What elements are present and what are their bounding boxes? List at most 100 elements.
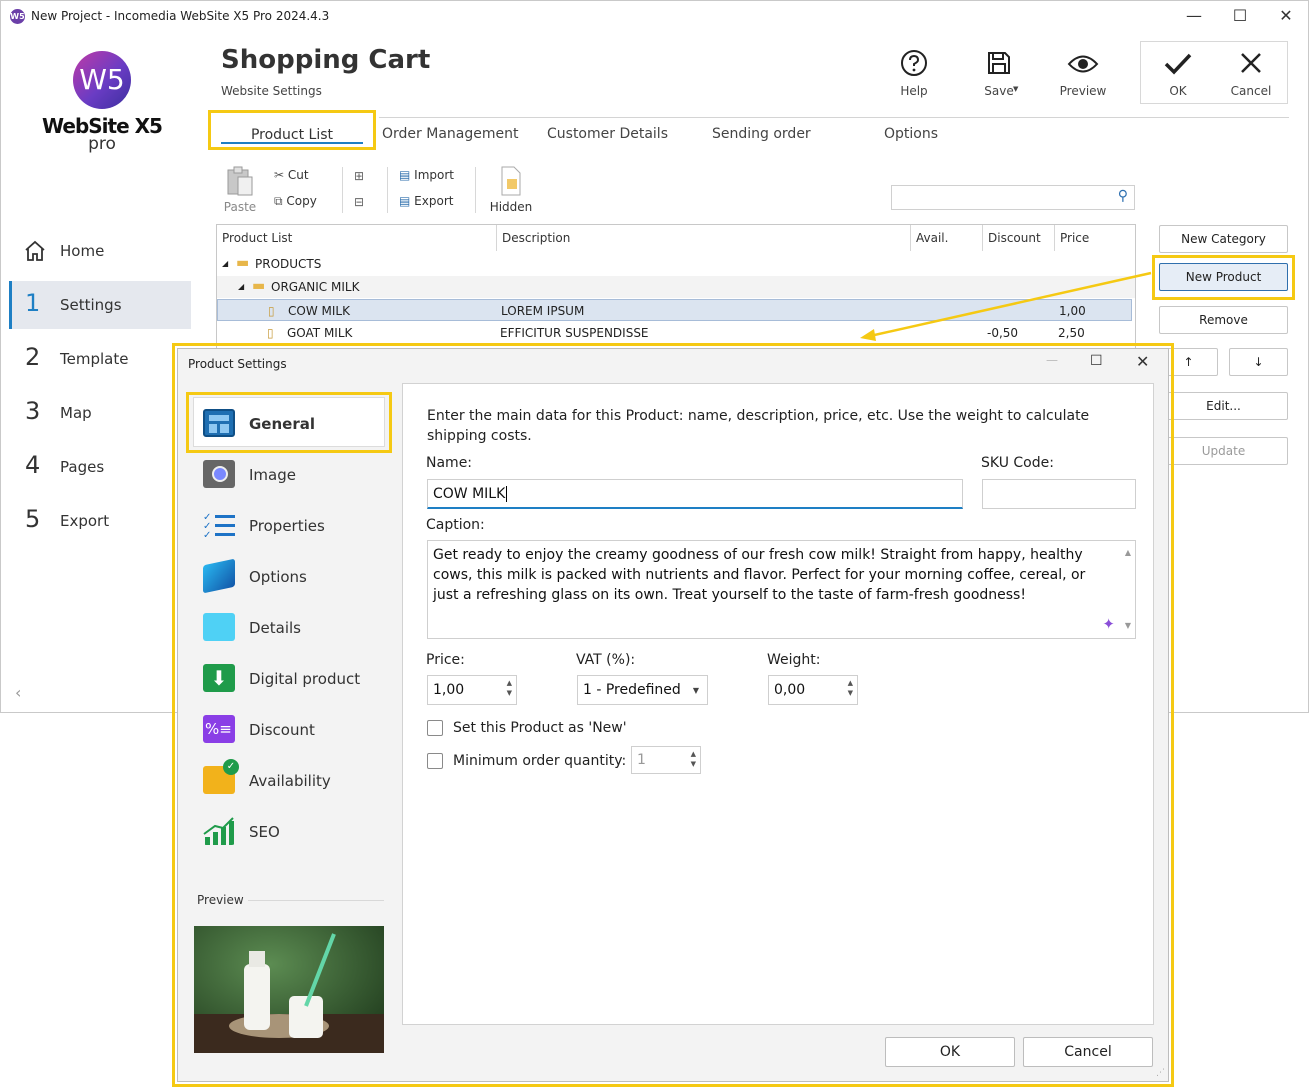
price-value: 1,00 (433, 682, 465, 698)
nav-export[interactable]: 5 Export (9, 497, 191, 545)
close-window-button[interactable]: ✕ (1271, 5, 1301, 27)
column-header-price[interactable]: Price (1060, 231, 1089, 245)
column-header-description[interactable]: Description (502, 231, 570, 245)
help-button[interactable]: Help (879, 47, 949, 103)
min-qty-input[interactable]: 1 ▲ ▼ (631, 746, 701, 774)
min-qty-spinner-icon[interactable]: ▲ ▼ (691, 749, 696, 769)
category-discount[interactable]: %≡ Discount (196, 706, 392, 752)
name-input[interactable]: COW MILK (427, 479, 963, 509)
category-general[interactable]: General (196, 400, 392, 446)
hidden-button[interactable]: Hidden (489, 165, 533, 214)
set-new-checkbox[interactable] (427, 720, 443, 736)
resize-grip-icon[interactable]: ⋰ (1156, 1068, 1165, 1078)
weight-input[interactable]: 0,00 ▲ ▼ (768, 675, 858, 705)
tab-options[interactable]: Options (884, 126, 938, 142)
column-header-product-list[interactable]: Product List (222, 231, 292, 245)
options-cube-icon (203, 558, 235, 594)
maximize-button[interactable]: ☐ (1225, 5, 1255, 27)
chevron-down-icon: ▼ (692, 686, 699, 695)
min-qty-checkbox[interactable] (427, 753, 443, 769)
nav-export-number: 5 (25, 505, 41, 533)
row-description: LOREM IPSUM (501, 304, 585, 318)
category-seo[interactable]: SEO (196, 808, 392, 854)
general-panel: Enter the main data for this Product: na… (402, 383, 1154, 1025)
ai-sparkle-icon[interactable]: ✦ (1102, 614, 1115, 634)
price-input[interactable]: 1,00 ▲ ▼ (427, 675, 517, 705)
search-input[interactable]: ⚲ (891, 185, 1135, 210)
save-dropdown-icon[interactable]: ▼ (1013, 85, 1018, 93)
row-description: EFFICITUR SUSPENDISSE (500, 326, 649, 340)
collapse-arrow-icon[interactable]: ◢ (238, 282, 244, 291)
nav-settings[interactable]: 1 Settings (9, 281, 191, 329)
weight-spinner-icon[interactable]: ▲ ▼ (848, 678, 853, 698)
caption-textarea[interactable]: Get ready to enjoy the creamy goodness o… (427, 540, 1136, 639)
category-availability-label: Availability (249, 772, 331, 790)
category-digital-product-label: Digital product (249, 670, 361, 688)
cut-label: Cut (287, 168, 309, 182)
tree-expand-icon[interactable]: ⊞ (354, 169, 364, 183)
sku-input[interactable] (982, 479, 1136, 509)
dialog-cancel-button[interactable]: Cancel (1023, 1037, 1153, 1067)
paste-button[interactable]: Paste (223, 165, 257, 214)
product-settings-dialog: Product Settings — ☐ ✕ General Image ✓ ✓ ✓… (177, 348, 1169, 1082)
move-down-button[interactable]: ↓ (1229, 348, 1288, 376)
category-digital-product[interactable]: ⬇ Digital product (196, 655, 392, 701)
edit-button[interactable]: Edit... (1159, 392, 1288, 420)
table-row[interactable]: ◢ ▬ PRODUCTS (217, 253, 1135, 275)
nav-map-number: 3 (25, 397, 41, 425)
new-category-button[interactable]: New Category (1159, 225, 1288, 253)
price-spinner-icon[interactable]: ▲ ▼ (507, 678, 512, 698)
nav-template[interactable]: 2 Template (9, 335, 191, 383)
scroll-down-icon[interactable]: ▼ (1125, 616, 1131, 636)
column-header-avail[interactable]: Avail. (916, 231, 948, 245)
collapse-sidebar-icon[interactable]: ‹ (15, 683, 21, 702)
column-separator (982, 225, 983, 251)
category-availability[interactable]: ✓ Availability (196, 757, 392, 803)
copy-button[interactable]: ⧉ Copy (274, 194, 317, 209)
header-ok-button[interactable]: OK (1143, 47, 1213, 103)
dialog-minimize-button[interactable]: — (1046, 353, 1058, 367)
dialog-maximize-button[interactable]: ☐ (1090, 353, 1103, 369)
nav-export-label: Export (60, 512, 110, 530)
import-button[interactable]: ▤ Import (399, 168, 454, 182)
new-product-button[interactable]: New Product (1159, 263, 1288, 291)
preview-button[interactable]: Preview (1048, 47, 1118, 103)
dialog-ok-button[interactable]: OK (885, 1037, 1015, 1067)
table-row-selected[interactable]: ▯ COW MILK LOREM IPSUM 1,00 (217, 299, 1132, 321)
vat-select[interactable]: 1 - Predefined ▼ (577, 675, 708, 705)
tab-order-management[interactable]: Order Management (382, 126, 518, 142)
table-row[interactable]: ▯ GOAT MILK EFFICITUR SUSPENDISSE -0,50 … (217, 322, 1135, 344)
category-details[interactable]: Details (196, 604, 392, 650)
toolbar-separator (387, 167, 388, 213)
update-button[interactable]: Update (1159, 437, 1288, 465)
tab-sending-order[interactable]: Sending order (712, 126, 811, 142)
category-image[interactable]: Image (196, 451, 392, 497)
header-cancel-button[interactable]: Cancel (1216, 47, 1286, 103)
tab-product-list[interactable]: Product List (208, 110, 376, 150)
nav-map[interactable]: 3 Map (9, 389, 191, 437)
scroll-up-icon[interactable]: ▲ (1125, 543, 1131, 563)
tree-collapse-icon[interactable]: ⊟ (354, 195, 364, 209)
seo-chart-icon (203, 817, 234, 845)
general-icon (203, 409, 235, 437)
category-properties[interactable]: ✓ ✓ ✓ Properties (196, 502, 392, 548)
minimize-button[interactable]: — (1179, 5, 1209, 27)
save-button[interactable]: Save ▼ (964, 47, 1034, 103)
tab-customer-details[interactable]: Customer Details (547, 126, 668, 142)
eye-icon (1067, 55, 1099, 73)
remove-button[interactable]: Remove (1159, 306, 1288, 334)
dialog-close-button[interactable]: ✕ (1136, 352, 1149, 371)
nav-pages[interactable]: 4 Pages (9, 443, 191, 491)
availability-icon: ✓ (203, 759, 239, 794)
logo-mark: W5 (73, 51, 131, 109)
row-name: ORGANIC MILK (271, 280, 360, 294)
export-button[interactable]: ▤ Export (399, 194, 453, 208)
cut-button[interactable]: ✂ Cut (274, 168, 309, 182)
collapse-arrow-icon[interactable]: ◢ (222, 259, 228, 268)
table-row[interactable]: ◢ ▬ ORGANIC MILK (217, 276, 1135, 298)
min-qty-value: 1 (637, 752, 646, 768)
category-options[interactable]: Options (196, 553, 392, 599)
nav-map-label: Map (60, 404, 92, 422)
nav-home[interactable]: Home (9, 227, 191, 275)
column-header-discount[interactable]: Discount (988, 231, 1041, 245)
